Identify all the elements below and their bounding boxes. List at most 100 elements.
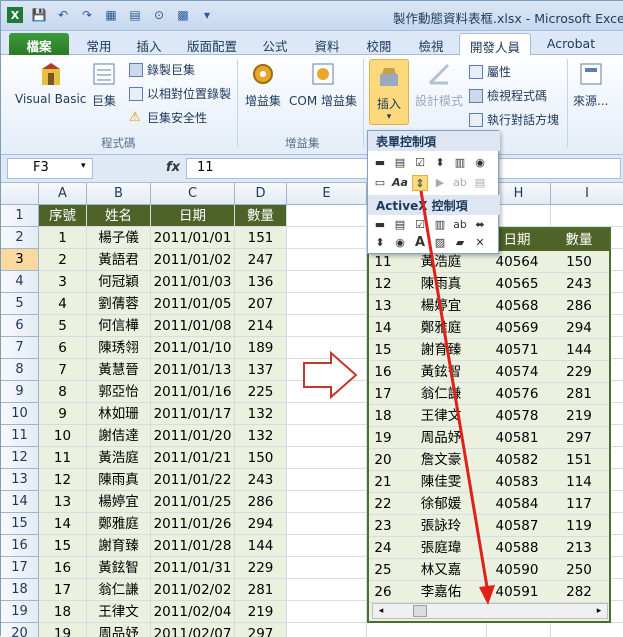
grid-cell[interactable]: 229: [235, 557, 287, 579]
spinner-control-icon[interactable]: ⬍: [432, 155, 448, 171]
grid-cell[interactable]: 294: [235, 513, 287, 535]
row-header[interactable]: 3: [1, 249, 39, 271]
grid-cell[interactable]: 2011/01/01: [151, 227, 235, 249]
toolbar-icon-3[interactable]: ⊙: [151, 7, 167, 23]
combobox-control-icon[interactable]: ▤: [392, 155, 408, 171]
grid-cell[interactable]: [287, 513, 367, 535]
grid-cell[interactable]: 黃鉉智: [87, 557, 151, 579]
grid-cell[interactable]: 132: [235, 425, 287, 447]
activex-spinbutton-icon[interactable]: ⬍: [372, 235, 388, 251]
tab-acrobat[interactable]: Acrobat: [541, 33, 601, 55]
grid-cell[interactable]: 297: [235, 623, 287, 637]
toolbar-icon-4[interactable]: ▩: [175, 7, 191, 23]
grid-cell[interactable]: [287, 381, 367, 403]
grid-cell[interactable]: [287, 337, 367, 359]
grid-cell[interactable]: 12: [39, 469, 87, 491]
grid-cell[interactable]: 3: [39, 271, 87, 293]
grid-cell[interactable]: 陳雨真: [87, 469, 151, 491]
checkbox-control-icon[interactable]: ☑: [412, 155, 428, 171]
grid-cell[interactable]: 林如珊: [87, 403, 151, 425]
activex-image-icon[interactable]: ▨: [432, 235, 448, 251]
grid-cell[interactable]: 14: [39, 513, 87, 535]
select-all-corner[interactable]: [1, 183, 39, 205]
grid-cell[interactable]: 2011/01/05: [151, 293, 235, 315]
activex-optionbutton-icon[interactable]: ◉: [392, 235, 408, 251]
row-header[interactable]: 20: [1, 623, 39, 637]
column-header-a[interactable]: A: [39, 183, 87, 205]
grid-cell[interactable]: 10: [39, 425, 87, 447]
grid-cell[interactable]: 189: [235, 337, 287, 359]
grid-cell[interactable]: 2: [39, 249, 87, 271]
grid-cell[interactable]: 214: [235, 315, 287, 337]
grid-cell[interactable]: 247: [235, 249, 287, 271]
activex-button-icon[interactable]: ▬: [372, 217, 388, 233]
grid-cell[interactable]: [287, 623, 367, 637]
grid-cell[interactable]: [287, 425, 367, 447]
row-header[interactable]: 14: [1, 491, 39, 513]
activex-label-icon[interactable]: A: [412, 235, 428, 251]
grid-cell[interactable]: 2011/02/02: [151, 579, 235, 601]
button-control-icon[interactable]: ▬: [372, 155, 388, 171]
grid-cell[interactable]: 楊子儀: [87, 227, 151, 249]
grid-cell[interactable]: 2011/01/31: [151, 557, 235, 579]
scroll-thumb[interactable]: [413, 605, 427, 617]
grid-cell[interactable]: 2011/01/28: [151, 535, 235, 557]
grid-cell[interactable]: 數量: [235, 205, 287, 227]
grid-cell[interactable]: 2011/01/22: [151, 469, 235, 491]
grid-cell[interactable]: 2011/01/13: [151, 359, 235, 381]
grid-cell[interactable]: 謝佶達: [87, 425, 151, 447]
tab-home[interactable]: 常用: [79, 33, 119, 55]
horizontal-scrollbar[interactable]: ◂ ▸: [372, 603, 608, 619]
groupbox-control-icon[interactable]: ▭: [372, 175, 388, 191]
row-header[interactable]: 8: [1, 359, 39, 381]
grid-cell[interactable]: 姓名: [87, 205, 151, 227]
grid-cell[interactable]: 翁仁謙: [87, 579, 151, 601]
grid-cell[interactable]: 13: [39, 491, 87, 513]
grid-cell[interactable]: 150: [235, 447, 287, 469]
grid-cell[interactable]: 何冠穎: [87, 271, 151, 293]
row-header[interactable]: 6: [1, 315, 39, 337]
grid-cell[interactable]: 劉蒨蓉: [87, 293, 151, 315]
grid-cell[interactable]: 281: [235, 579, 287, 601]
tab-formulas[interactable]: 公式: [255, 33, 295, 55]
grid-cell[interactable]: 225: [235, 381, 287, 403]
grid-cell[interactable]: 2011/01/25: [151, 491, 235, 513]
activex-textbox-icon[interactable]: ab: [452, 217, 468, 233]
grid-cell[interactable]: 207: [235, 293, 287, 315]
grid-cell[interactable]: 136: [235, 271, 287, 293]
grid-cell[interactable]: [287, 293, 367, 315]
grid-cell[interactable]: 19: [39, 623, 87, 637]
grid-cell[interactable]: [287, 359, 367, 381]
tab-review[interactable]: 校閱: [359, 33, 399, 55]
row-header[interactable]: 12: [1, 447, 39, 469]
grid-cell[interactable]: [287, 491, 367, 513]
grid-cell[interactable]: 2011/01/26: [151, 513, 235, 535]
grid-cell[interactable]: [287, 205, 367, 227]
grid-cell[interactable]: 黃語君: [87, 249, 151, 271]
grid-cell[interactable]: 2011/01/20: [151, 425, 235, 447]
macros-button[interactable]: 巨集: [89, 59, 119, 109]
column-header-i[interactable]: I: [551, 183, 623, 205]
run-dialog-button[interactable]: 執行對話方塊: [469, 111, 559, 128]
grid-cell[interactable]: 周品妤: [87, 623, 151, 637]
macro-security-button[interactable]: ⚠ 巨集安全性: [129, 109, 207, 126]
row-header[interactable]: 10: [1, 403, 39, 425]
insert-control-button[interactable]: 插入 ▾: [369, 59, 409, 125]
more-controls-icon[interactable]: ✕: [472, 235, 488, 251]
grid-cell[interactable]: 11: [39, 447, 87, 469]
grid-cell[interactable]: [287, 249, 367, 271]
grid-cell[interactable]: [287, 601, 367, 623]
grid-cell[interactable]: 日期: [151, 205, 235, 227]
grid-cell[interactable]: 謝育臻: [87, 535, 151, 557]
row-header[interactable]: 4: [1, 271, 39, 293]
grid-cell[interactable]: 2011/01/21: [151, 447, 235, 469]
grid-cell[interactable]: 王律文: [87, 601, 151, 623]
undo-icon[interactable]: ↶: [55, 7, 71, 23]
activex-scrollbar-icon[interactable]: ⬌: [472, 217, 488, 233]
scrollbar-control-icon[interactable]: ⇕: [412, 175, 428, 191]
addins-button[interactable]: 增益集: [245, 59, 281, 109]
row-header[interactable]: 11: [1, 425, 39, 447]
row-header[interactable]: 19: [1, 601, 39, 623]
grid-cell[interactable]: 鄭雅庭: [87, 513, 151, 535]
grid-cell[interactable]: 151: [235, 227, 287, 249]
